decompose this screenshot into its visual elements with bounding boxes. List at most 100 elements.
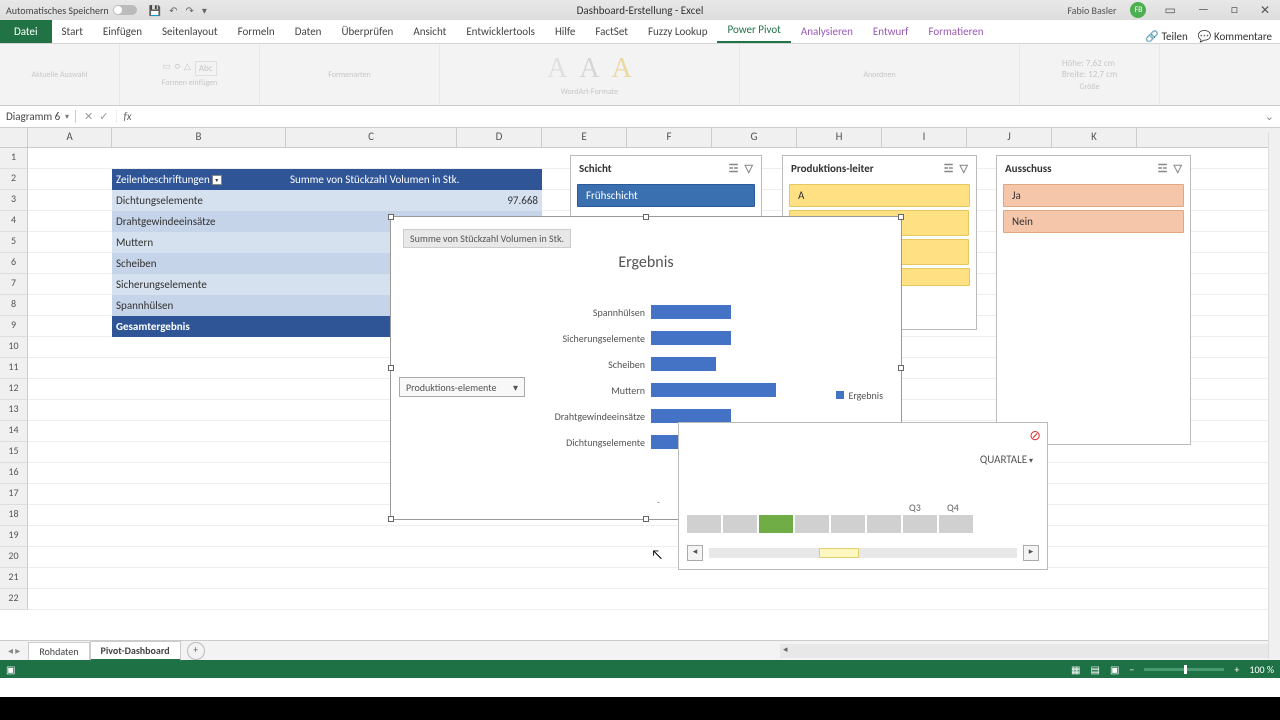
- col-header-A[interactable]: A: [28, 128, 112, 147]
- timeline-period-dropdown[interactable]: QUARTALE: [980, 453, 1033, 466]
- col-header-C[interactable]: C: [286, 128, 457, 147]
- row-header[interactable]: 6: [0, 253, 28, 274]
- row-header[interactable]: 18: [0, 505, 28, 526]
- view-normal-icon[interactable]: ▦: [1071, 663, 1080, 676]
- row-header[interactable]: 3: [0, 190, 28, 211]
- avatar[interactable]: FB: [1130, 2, 1146, 18]
- redo-icon[interactable]: ↷: [186, 4, 194, 17]
- slicer-item[interactable]: Nein: [1003, 210, 1184, 233]
- tab-entwurf[interactable]: Entwurf: [863, 20, 919, 43]
- add-sheet-icon[interactable]: +: [187, 642, 205, 660]
- tab-factset[interactable]: FactSet: [585, 20, 638, 43]
- enter-fx-icon[interactable]: ✓: [99, 110, 108, 123]
- row-header[interactable]: 5: [0, 232, 28, 253]
- chart-bar[interactable]: [651, 305, 731, 319]
- minimize-icon[interactable]: —: [1194, 3, 1213, 17]
- tab-start[interactable]: Start: [52, 20, 93, 43]
- formula-expand-icon[interactable]: ⌄: [1259, 110, 1280, 123]
- tab-ansicht[interactable]: Ansicht: [403, 20, 456, 43]
- file-tab[interactable]: Datei: [0, 20, 52, 43]
- autosave-toggle[interactable]: Automatisches Speichern: [6, 4, 137, 17]
- tab-formeln[interactable]: Formeln: [228, 20, 285, 43]
- multiselect-icon[interactable]: ☲: [729, 162, 739, 175]
- row-header[interactable]: 1: [0, 148, 28, 169]
- slicer-schicht[interactable]: Schicht☲▽ Frühschicht: [570, 155, 762, 221]
- comments-button[interactable]: 💬 Kommentare: [1198, 30, 1272, 43]
- row-header[interactable]: 14: [0, 421, 28, 442]
- view-break-icon[interactable]: ▣: [1110, 663, 1119, 676]
- clear-filter-icon[interactable]: ▽: [1174, 162, 1182, 175]
- zoom-out-icon[interactable]: −: [1129, 663, 1134, 676]
- chart-bar[interactable]: [651, 409, 731, 423]
- user-name[interactable]: Fabio Basler: [1067, 4, 1116, 17]
- pivot-rowheader[interactable]: Zeilenbeschriftungen▾: [112, 169, 286, 190]
- chart-bar[interactable]: [651, 357, 716, 371]
- name-box[interactable]: Diagramm 6: [0, 110, 76, 123]
- row-header[interactable]: 21: [0, 568, 28, 589]
- close-icon[interactable]: ✕: [1256, 3, 1274, 18]
- slicer-item[interactable]: Frühschicht: [577, 184, 755, 207]
- col-header-I[interactable]: I: [882, 128, 967, 147]
- tab-hilfe[interactable]: Hilfe: [545, 20, 585, 43]
- share-button[interactable]: 🔗 Teilen: [1145, 30, 1187, 43]
- zoom-in-icon[interactable]: +: [1234, 663, 1239, 676]
- tab-einfuegen[interactable]: Einfügen: [93, 20, 152, 43]
- tab-analysieren[interactable]: Analysieren: [791, 20, 863, 43]
- undo-icon[interactable]: ↶: [169, 4, 177, 17]
- row-header[interactable]: 9: [0, 316, 28, 337]
- zoom-level[interactable]: 100 %: [1249, 663, 1274, 676]
- row-header[interactable]: 19: [0, 526, 28, 547]
- tab-seitenlayout[interactable]: Seitenlayout: [152, 20, 228, 43]
- col-header-J[interactable]: J: [967, 128, 1052, 147]
- col-header-F[interactable]: F: [627, 128, 712, 147]
- row-header[interactable]: 2: [0, 169, 28, 190]
- maximize-icon[interactable]: □: [1227, 3, 1242, 17]
- tab-daten[interactable]: Daten: [285, 20, 332, 43]
- col-header-D[interactable]: D: [457, 128, 542, 147]
- row-header[interactable]: 12: [0, 379, 28, 400]
- row-header[interactable]: 10: [0, 337, 28, 358]
- multiselect-icon[interactable]: ☲: [944, 162, 954, 175]
- chart-title[interactable]: Ergebnis: [391, 253, 901, 272]
- clear-filter-icon[interactable]: ▽: [960, 162, 968, 175]
- sheet-tab-rohdaten[interactable]: Rohdaten: [28, 642, 89, 660]
- row-header[interactable]: 13: [0, 400, 28, 421]
- chart-field-button[interactable]: Produktions-elemente▾: [399, 377, 525, 397]
- slicer-item[interactable]: Ja: [1003, 184, 1184, 207]
- row-header[interactable]: 17: [0, 484, 28, 505]
- chart-bar[interactable]: [651, 383, 776, 397]
- horizontal-scrollbar[interactable]: [780, 644, 1280, 658]
- row-header[interactable]: 4: [0, 211, 28, 232]
- tab-powerpivot[interactable]: Power Pivot: [717, 18, 790, 43]
- timeline-prev-icon[interactable]: ◂: [687, 545, 703, 561]
- row-header[interactable]: 11: [0, 358, 28, 379]
- view-layout-icon[interactable]: ▤: [1091, 663, 1100, 676]
- timeline-track[interactable]: [687, 515, 973, 533]
- tab-formatieren[interactable]: Formatieren: [918, 20, 993, 43]
- worksheet-grid[interactable]: A B C D E F G H I J K 123456789101112131…: [0, 128, 1280, 640]
- tab-ueberpruefen[interactable]: Überprüfen: [331, 20, 403, 43]
- multiselect-icon[interactable]: ☲: [1158, 162, 1168, 175]
- clear-timeline-icon[interactable]: ⊘: [1029, 427, 1041, 444]
- row-header[interactable]: 22: [0, 589, 28, 610]
- slicer-ausschuss[interactable]: Ausschuss☲▽ Ja Nein: [996, 155, 1191, 445]
- row-header[interactable]: 8: [0, 295, 28, 316]
- chart-bar[interactable]: [651, 331, 731, 345]
- save-icon[interactable]: 💾: [149, 4, 161, 17]
- col-header-B[interactable]: B: [112, 128, 286, 147]
- timeline-slicer[interactable]: ⊘ QUARTALE Q3 Q4 ◂ ▸: [678, 422, 1048, 570]
- qat-more-icon[interactable]: ▾: [202, 4, 207, 17]
- row-header[interactable]: 7: [0, 274, 28, 295]
- col-header-H[interactable]: H: [797, 128, 882, 147]
- sheet-nav-prev-icon[interactable]: ◂ ▸: [0, 644, 28, 657]
- zoom-slider[interactable]: [1144, 668, 1224, 671]
- cancel-fx-icon[interactable]: ✕: [84, 110, 93, 123]
- fx-icon[interactable]: fx: [117, 110, 131, 123]
- pivot-filter-icon[interactable]: ▾: [212, 175, 222, 185]
- col-header-K[interactable]: K: [1052, 128, 1137, 147]
- row-header[interactable]: 16: [0, 463, 28, 484]
- ribbon-options-icon[interactable]: ▭: [1160, 3, 1179, 18]
- sheet-tab-pivot[interactable]: Pivot-Dashboard: [90, 641, 181, 661]
- col-header-G[interactable]: G: [712, 128, 797, 147]
- tab-entwicklertools[interactable]: Entwicklertools: [456, 20, 545, 43]
